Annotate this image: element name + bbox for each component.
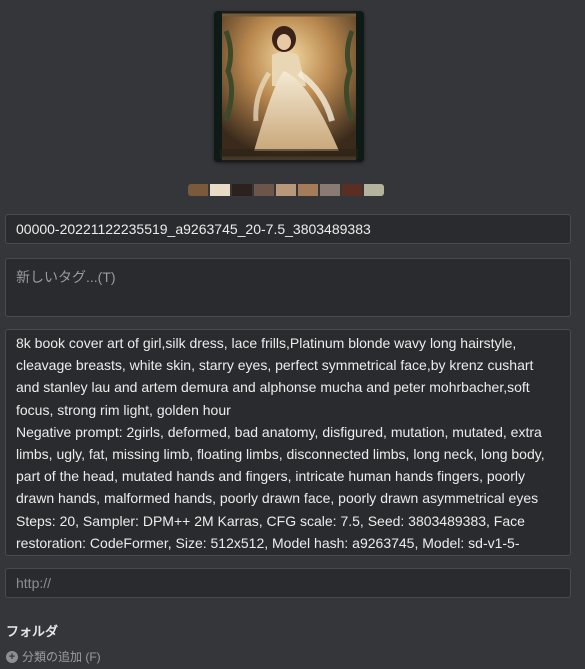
thumbnail-illustration (214, 11, 364, 162)
add-category-label: 分類の追加 (F) (22, 650, 101, 664)
palette-swatch[interactable] (320, 184, 340, 196)
url-input[interactable]: http:// (5, 568, 571, 598)
palette-swatch[interactable] (342, 184, 362, 196)
plus-circle-icon: + (6, 650, 18, 663)
palette-swatch[interactable] (254, 184, 274, 196)
palette-swatch[interactable] (232, 184, 252, 196)
palette-swatch[interactable] (188, 184, 208, 196)
filename-field[interactable]: 00000-20221122235519_a9263745_20-7.5_380… (5, 214, 571, 244)
palette-swatch[interactable] (210, 184, 230, 196)
palette-swatch[interactable] (276, 184, 296, 196)
palette-swatch[interactable] (298, 184, 318, 196)
folder-section-title: フォルダ (6, 624, 59, 639)
inspector-panel: 00000-20221122235519_a9263745_20-7.5_380… (0, 0, 585, 669)
palette-swatch[interactable] (364, 184, 384, 196)
image-thumbnail[interactable] (214, 11, 364, 162)
add-category-button[interactable]: + 分類の追加 (F) (6, 648, 101, 665)
color-palette (188, 184, 384, 196)
annotation-textarea[interactable]: 8k book cover art of girl,silk dress, la… (5, 329, 571, 556)
tag-input[interactable]: 新しいタグ...(T) (5, 258, 571, 317)
